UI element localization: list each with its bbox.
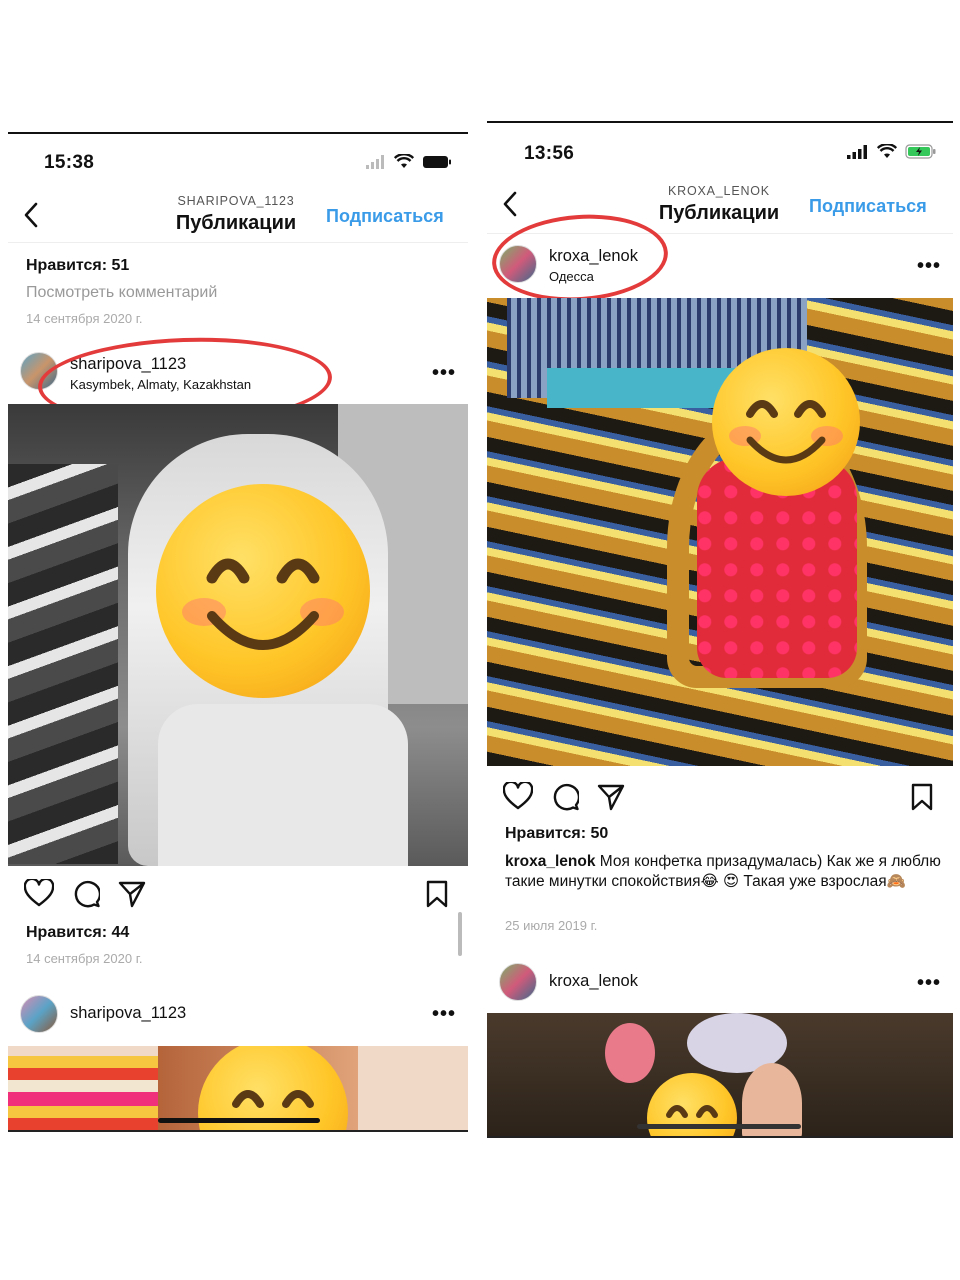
post-likes[interactable]: Нравится: 50 [505,825,608,843]
heart-icon [502,780,534,810]
share-button[interactable] [118,880,146,913]
post-date: 14 сентября 2020 г. [26,951,143,966]
view-comments-link[interactable]: Посмотреть комментарий [26,284,217,302]
share-icon [597,784,625,811]
share-button[interactable] [597,783,625,816]
comment-icon [74,881,102,908]
share-icon [118,881,146,908]
like-button[interactable] [502,780,534,815]
follow-button[interactable]: Подписаться [326,206,444,227]
more-icon: ••• [432,1003,457,1025]
follow-button[interactable]: Подписаться [809,196,927,217]
post-photo[interactable] [8,404,468,866]
post-date: 25 июля 2019 г. [505,918,598,933]
nav-divider [8,242,468,243]
signal-icon [366,154,384,169]
next-more-options-button[interactable]: ••• [432,1004,456,1024]
battery-icon [423,155,451,168]
smiling-face-emoji [712,348,860,496]
nav-title: Публикации [175,212,297,234]
photo-sweater [8,464,118,864]
more-options-button[interactable]: ••• [917,256,941,276]
back-button[interactable] [499,189,521,219]
post-photo[interactable] [487,298,953,766]
signal-icon [847,144,867,159]
scrollbar[interactable] [458,912,462,956]
photo-shirt [158,704,408,866]
bookmark-icon [426,880,448,908]
nav-title: Публикации [658,202,780,224]
post-likes[interactable]: Нравится: 44 [26,924,129,942]
status-icons [847,144,937,159]
left-screenshot: 15:38 SHARIPOVA_1123 Публикации Подписат… [8,132,468,1132]
next-avatar[interactable] [20,995,58,1033]
nav-username: SHARIPOVA_1123 [177,194,295,208]
post-caption: kroxa_lenok Моя конфетка призадумалась) … [505,852,941,892]
caption-username[interactable]: kroxa_lenok [505,853,595,870]
nav-username: KROXA_LENOK [668,184,770,198]
smiling-face-emoji [156,484,370,698]
next-post-username[interactable]: kroxa_lenok [549,972,638,991]
photo-knit [8,1056,158,1130]
home-indicator[interactable] [158,1118,320,1123]
next-more-options-button[interactable]: ••• [917,973,941,993]
status-time: 15:38 [44,152,95,173]
status-time: 13:56 [524,143,575,164]
next-avatar[interactable] [499,963,537,1001]
next-post-photo[interactable] [487,1013,953,1136]
back-chevron-icon [503,191,517,217]
comment-icon [553,784,581,811]
more-options-button[interactable]: ••• [432,363,456,383]
wifi-icon [877,144,897,158]
bookmark-button[interactable] [911,783,933,816]
prev-date: 14 сентября 2020 г. [26,311,143,326]
more-icon: ••• [432,362,457,384]
wifi-icon [394,154,414,168]
next-post-username[interactable]: sharipova_1123 [70,1004,186,1023]
status-icons [366,154,452,169]
battery-icon [905,144,936,159]
right-screenshot: 13:56 KROXA_LENOK Публикации Подписаться… [487,121,953,1138]
like-button[interactable] [23,877,55,912]
bookmark-button[interactable] [426,880,448,913]
prev-likes[interactable]: Нравится: 51 [26,257,129,275]
back-chevron-icon [24,202,38,228]
back-button[interactable] [20,200,42,230]
home-indicator[interactable] [637,1124,801,1129]
comment-button[interactable] [551,783,581,816]
more-icon: ••• [917,972,942,994]
bookmark-icon [911,783,933,811]
heart-icon [23,877,55,907]
comment-button[interactable] [72,880,102,913]
more-icon: ••• [917,255,942,277]
